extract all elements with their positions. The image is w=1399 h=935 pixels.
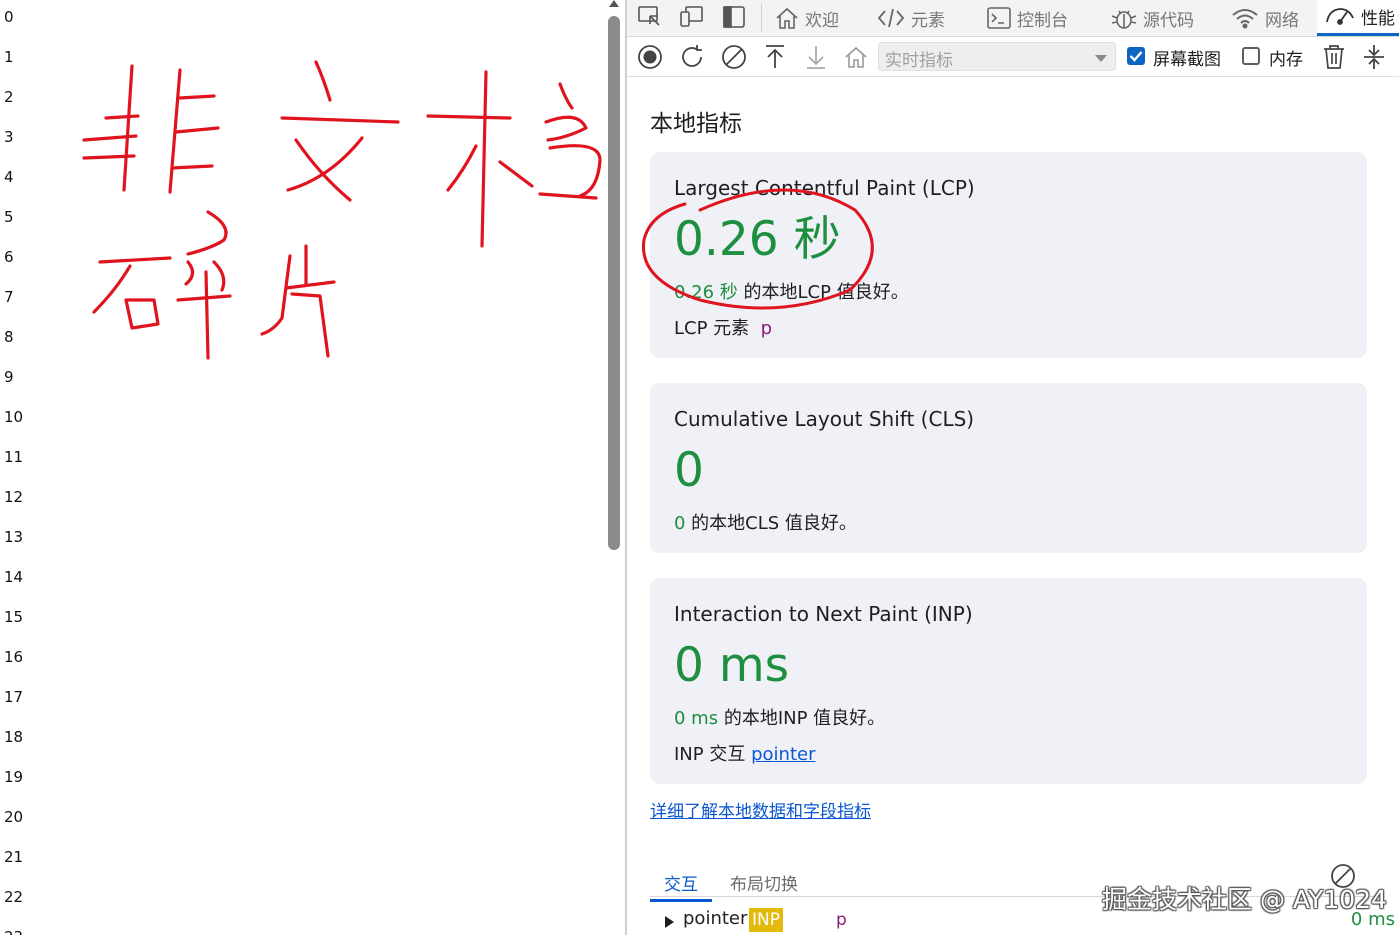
garbage-collect-button[interactable] xyxy=(1319,42,1349,72)
scroll-up-arrow-icon[interactable] xyxy=(609,0,619,7)
chevron-down-icon xyxy=(1095,55,1107,62)
tab-sources-label: 源代码 xyxy=(1143,10,1194,31)
gauge-icon xyxy=(1326,7,1354,25)
load-profile-button[interactable] xyxy=(760,42,790,72)
handwritten-annotation xyxy=(82,60,602,360)
cls-value: 0 xyxy=(674,443,704,498)
screenshot-checkbox[interactable] xyxy=(1127,47,1145,65)
reload-icon xyxy=(682,45,702,67)
device-emulation-icon[interactable] xyxy=(677,2,707,32)
wifi-icon xyxy=(1232,9,1258,29)
download-icon xyxy=(807,46,825,69)
inp-value: 0 ms xyxy=(674,638,790,693)
bug-icon xyxy=(1111,10,1137,29)
subtab-interactions[interactable]: 交互 xyxy=(650,870,712,902)
reload-record-button[interactable] xyxy=(677,42,707,72)
tab-welcome[interactable]: 欢迎 xyxy=(775,0,839,36)
page-viewport: 01234567891011121314151617181920212223 xyxy=(0,0,606,935)
tab-console[interactable]: 控制台 xyxy=(987,0,1068,36)
trash-icon xyxy=(1324,45,1344,69)
scrollbar-thumb[interactable] xyxy=(608,16,620,550)
memory-label: 内存 xyxy=(1269,50,1303,70)
code-icon xyxy=(877,8,905,28)
tab-elements-label: 元素 xyxy=(911,10,945,31)
clear-button[interactable] xyxy=(719,42,749,72)
annotation-circle xyxy=(641,188,874,310)
upload-icon xyxy=(766,45,784,68)
subtab-layout-shifts[interactable]: 布局切换 xyxy=(730,870,798,895)
inp-summary-text: 的本地INP 值良好。 xyxy=(718,708,886,729)
devtools-tab-bar: 欢迎 元素 控制台 源代码 网络 性能 xyxy=(627,0,1399,37)
inp-badge: INP xyxy=(749,908,783,932)
section-title: 本地指标 xyxy=(650,111,742,137)
record-button[interactable] xyxy=(635,42,665,72)
home-icon xyxy=(776,7,798,29)
inp-summary-value: 0 ms xyxy=(674,708,719,729)
save-profile-button[interactable] xyxy=(801,42,831,72)
inp-summary: 0 ms 的本地INP 值良好。 xyxy=(674,704,885,730)
tab-console-label: 控制台 xyxy=(1017,10,1068,31)
screenshot-label: 屏幕截图 xyxy=(1153,50,1221,70)
collapse-button[interactable] xyxy=(1359,42,1389,72)
watermark: 掘金技术社区 @ AY1024 xyxy=(1102,885,1387,914)
tab-network-label: 网络 xyxy=(1265,10,1299,31)
tab-network[interactable]: 网络 xyxy=(1231,0,1299,36)
cls-summary: 0 的本地CLS 值良好。 xyxy=(674,509,857,535)
console-icon xyxy=(987,7,1011,29)
dock-side-icon[interactable] xyxy=(719,2,749,32)
recording-select[interactable]: 实时指标 xyxy=(878,42,1116,71)
cls-card: Cumulative Layout Shift (CLS) 0 0 的本地CLS… xyxy=(650,383,1367,553)
checkmark-icon xyxy=(1129,51,1143,62)
inspect-element-icon[interactable] xyxy=(635,2,665,32)
tab-performance-label: 性能 xyxy=(1361,9,1395,29)
learn-more-link[interactable]: 详细了解本地数据和字段指标 xyxy=(650,797,871,822)
inp-interaction-row: INP 交互 pointer xyxy=(674,740,815,766)
memory-checkbox[interactable] xyxy=(1242,47,1260,65)
interaction-element[interactable]: p xyxy=(836,910,847,930)
show-recent-button[interactable] xyxy=(841,42,871,72)
home-icon xyxy=(845,46,867,68)
record-icon xyxy=(638,45,662,69)
tab-elements[interactable]: 元素 xyxy=(877,0,945,36)
inp-interaction-label: INP 交互 xyxy=(674,744,746,765)
performance-toolbar: 实时指标 屏幕截图 内存 xyxy=(627,37,1399,77)
block-icon xyxy=(722,45,746,69)
interaction-type: pointer xyxy=(683,908,748,929)
cls-title: Cumulative Layout Shift (CLS) xyxy=(674,407,975,431)
collapse-icon xyxy=(1364,45,1384,69)
devtools-panel: 欢迎 元素 控制台 源代码 网络 性能 实时指标 屏幕截图 内存 本地指标 La… xyxy=(627,0,1399,935)
tab-sources[interactable]: 源代码 xyxy=(1111,0,1194,36)
cls-summary-value: 0 xyxy=(674,513,686,534)
expand-arrow-icon[interactable] xyxy=(665,916,674,928)
inp-title: Interaction to Next Paint (INP) xyxy=(674,602,973,626)
tab-separator xyxy=(761,4,762,32)
inp-interaction-link[interactable]: pointer xyxy=(751,744,815,765)
tab-performance[interactable]: 性能 xyxy=(1317,0,1399,36)
inp-card: Interaction to Next Paint (INP) 0 ms 0 m… xyxy=(650,578,1367,784)
cls-summary-text: 的本地CLS 值良好。 xyxy=(685,513,857,534)
tab-welcome-label: 欢迎 xyxy=(805,10,839,31)
recording-select-value: 实时指标 xyxy=(885,51,953,71)
